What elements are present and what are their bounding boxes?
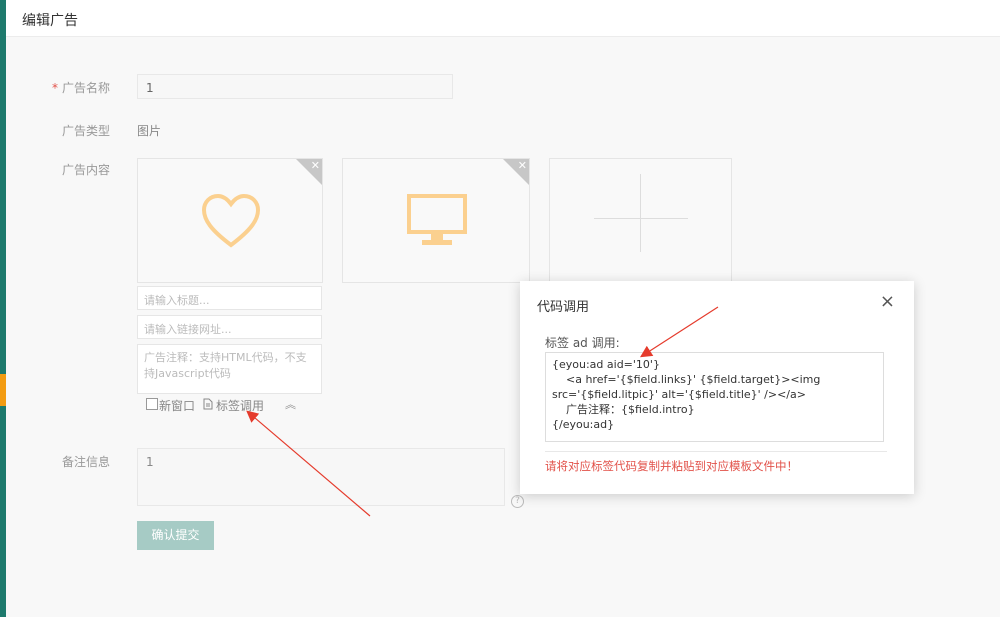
close-icon[interactable]: ✕ [311, 159, 320, 172]
copy-tip: 请将对应标签代码复制并粘贴到对应模板文件中！ [545, 459, 798, 473]
divider [545, 451, 887, 452]
tag-call-link[interactable]: 标签调用 [216, 397, 264, 414]
code-textarea[interactable]: {eyou:ad aid='10'} <a href='{$field.link… [545, 352, 884, 442]
new-window-checkbox[interactable] [146, 398, 158, 410]
add-image-card[interactable] [549, 158, 732, 283]
ad-link-input[interactable]: 请输入链接网址... [137, 315, 322, 339]
new-window-label: 新窗口 [159, 399, 196, 413]
name-label: * 广告名称 [52, 81, 111, 95]
submit-button[interactable]: 确认提交 [137, 521, 214, 550]
type-label: 广告类型 [62, 124, 111, 138]
ad-note-textarea[interactable]: 广告注释：支持HTML代码，不支持Javascript代码 [137, 344, 322, 394]
monitor-icon [407, 194, 467, 245]
code-label: 标签 ad 调用: [545, 336, 620, 350]
required-mark: * [52, 81, 58, 95]
left-sidebar-strip [0, 0, 6, 617]
page-title: 编辑广告 [22, 13, 78, 29]
remark-label: 备注信息 [62, 455, 111, 469]
modal-title: 代码调用 [537, 300, 590, 315]
page-header: 编辑广告 [6, 0, 1000, 37]
chevron-up-icon[interactable]: ︽ [285, 396, 296, 412]
plus-icon-vertical [640, 174, 641, 252]
content-label: 广告内容 [62, 163, 111, 177]
remark-textarea[interactable]: 1 [137, 448, 505, 506]
plus-icon [594, 218, 688, 219]
image-card-2[interactable]: ✕ [342, 158, 530, 283]
close-icon[interactable]: × [880, 291, 895, 312]
type-value: 图片 [137, 124, 162, 138]
name-input[interactable]: 1 [137, 74, 453, 99]
code-call-modal: 代码调用 × 标签 ad 调用: {eyou:ad aid='10'} <a h… [520, 281, 914, 494]
heart-icon [201, 193, 261, 248]
image-card-1[interactable]: ✕ [137, 158, 323, 283]
ad-title-input[interactable]: 请输入标题... [137, 286, 322, 310]
document-icon [203, 398, 213, 410]
close-icon[interactable]: ✕ [518, 159, 527, 172]
sidebar-active-marker [0, 374, 6, 406]
help-icon[interactable]: ? [511, 495, 524, 508]
